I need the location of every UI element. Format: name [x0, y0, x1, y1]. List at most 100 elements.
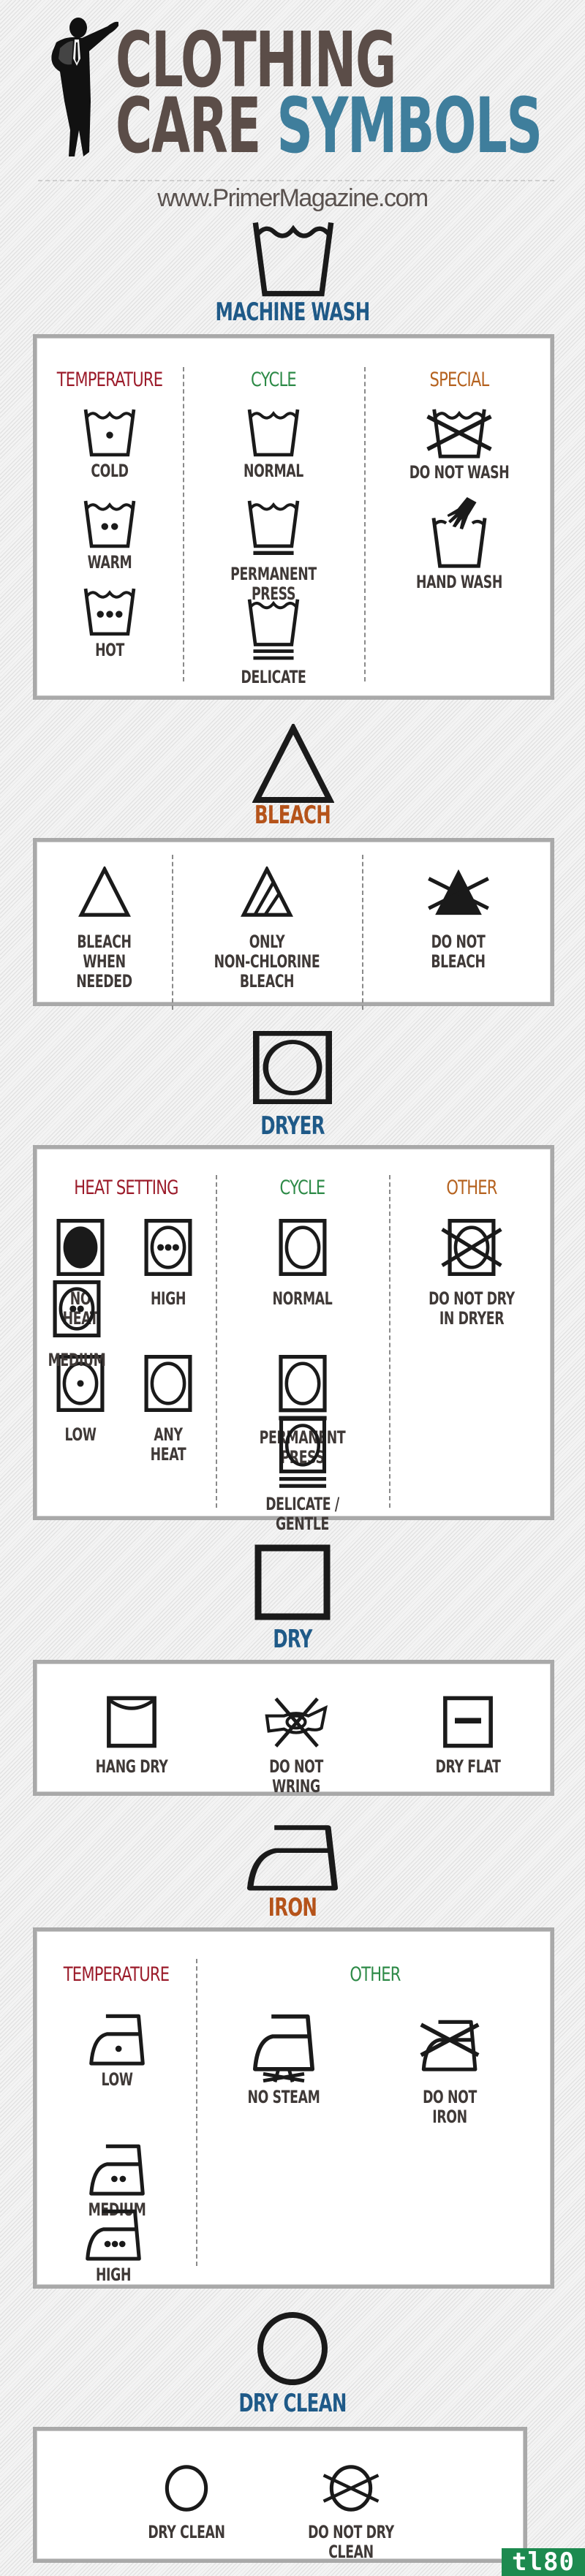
section-title-bleach: BLEACH [254, 801, 331, 830]
leaning-man-silhouette-icon [51, 18, 118, 156]
symbol-label: WARM [87, 552, 132, 573]
symbol-permanent-press-wash: PERMANENT PRESS [183, 499, 364, 604]
symbol-do-not-dry-clean: DO NOT DRY CLEAN [271, 2464, 431, 2562]
column-divider [196, 1959, 197, 2266]
washtub-one-dot-icon [83, 407, 137, 457]
symbol-label: DRY FLAT [435, 1756, 501, 1777]
watermark-logo: tl80 [502, 2548, 585, 2576]
iron-no-steam-icon [251, 2013, 317, 2083]
symbol-label: DO NOT WRING [269, 1756, 323, 1797]
dry-panel: HANG DRY DO NOT WRING DRY FLAT [33, 1660, 554, 1796]
section-title-iron: IRON [268, 1893, 317, 1922]
symbol-label: HIGH [95, 2265, 132, 2285]
section-title-dryer: DRYER [260, 1111, 325, 1141]
symbol-label: ONLY NON-CHLORINE BLEACH [214, 932, 320, 992]
machine-wash-panel: TEMPERATURE CYCLE SPECIAL COLD WARM HOT … [33, 334, 554, 700]
symbol-iron-high: HIGH [69, 2208, 157, 2285]
site-url[interactable]: www.PrimerMagazine.com [0, 184, 585, 213]
symbol-label: COLD [91, 461, 129, 481]
iron-one-dot-icon [86, 2013, 148, 2066]
square-icon [254, 1544, 331, 1620]
square-filled-circle-icon [56, 1219, 105, 1276]
symbol-label: HOT [95, 640, 124, 660]
washtub-two-dots-icon [83, 499, 137, 548]
washtub-icon [246, 407, 301, 457]
title-care: CARE [116, 81, 277, 170]
symbol-any-heat: ANY HEAT [124, 1355, 212, 1465]
symbol-label: NORMAL [244, 461, 303, 481]
header-divider [38, 180, 554, 181]
symbol-label: DO NOT IRON [423, 2087, 477, 2127]
iron-three-dots-icon [83, 2208, 144, 2261]
column-heading-heat-setting: HEAT SETTING [74, 1176, 178, 1199]
dry-clean-panel: DRY CLEAN DO NOT DRY CLEAN [33, 2427, 527, 2563]
symbol-no-steam: NO STEAM [225, 2013, 342, 2107]
square-bar-icon [443, 1696, 493, 1748]
iron-crossed-icon [420, 2013, 480, 2083]
circle-crossed-icon [322, 2465, 380, 2512]
column-heading-cycle: CYCLE [279, 1176, 326, 1199]
symbol-do-not-iron: DO NOT IRON [388, 2013, 512, 2127]
washtub-crossed-icon [426, 407, 492, 458]
circle-icon [165, 2465, 208, 2512]
column-heading-special: SPECIAL [429, 369, 490, 391]
symbol-normal-dry: NORMAL [216, 1219, 389, 1309]
symbol-label: DO NOT DRY IN DRYER [429, 1288, 515, 1329]
symbol-delicate-gentle-dry: DELICATE / GENTLE [216, 1417, 389, 1534]
iron-icon [245, 1824, 340, 1891]
section-title-dry-clean: DRY CLEAN [238, 2389, 347, 2418]
square-circle-two-dots-icon [51, 1280, 102, 1337]
iron-two-dots-icon [86, 2143, 148, 2196]
symbol-label: DELICATE / GENTLE [265, 1494, 339, 1534]
title-symbols: SYMBOLS [276, 81, 543, 170]
symbol-hot: HOT [37, 586, 183, 660]
square-hang-icon [107, 1696, 156, 1748]
column-heading-temperature: TEMPERATURE [56, 369, 163, 391]
symbol-iron-low: LOW [73, 2013, 161, 2090]
square-circle-two-bars-icon [277, 1417, 328, 1488]
square-circle-icon [277, 1219, 328, 1276]
symbol-cold: COLD [37, 407, 183, 481]
symbol-label: DELICATE [241, 667, 306, 687]
square-circle-three-dots-icon [143, 1219, 194, 1276]
symbol-label: LOW [101, 2069, 133, 2090]
title-line-2: CARE SYMBOLS [116, 88, 543, 164]
symbol-label: HIGH [150, 1288, 186, 1309]
washtub-three-dots-icon [83, 586, 137, 636]
symbol-high-heat: HIGH [124, 1219, 212, 1309]
square-circle-icon [253, 1031, 332, 1104]
symbol-label: DO NOT DRY CLEAN [308, 2522, 394, 2562]
symbol-label: LOW [64, 1424, 97, 1445]
symbol-do-not-wring: DO NOT WRING [234, 1696, 358, 1797]
washtub-two-bars-icon [246, 597, 301, 660]
symbol-label: DO NOT WASH [409, 462, 510, 483]
bleach-panel: BLEACH WHEN NEEDED ONLY NON-CHLORINE BLE… [33, 838, 554, 1010]
triangle-filled-crossed-icon [427, 869, 489, 915]
square-circle-one-bar-icon [278, 1355, 327, 1421]
column-heading-cycle: CYCLE [251, 369, 297, 391]
column-heading-other: OTHER [350, 1963, 401, 1986]
symbol-delicate-wash: DELICATE [183, 597, 364, 687]
symbol-hang-dry: HANG DRY [80, 1696, 183, 1777]
symbol-label: HANG DRY [95, 1756, 168, 1777]
symbol-bleach-when-needed: BLEACH WHEN NEEDED [37, 866, 172, 992]
symbol-label: NORMAL [272, 1288, 333, 1309]
symbol-normal-wash: NORMAL [183, 407, 364, 481]
square-circle-crossed-icon [441, 1219, 502, 1276]
symbol-label: DRY CLEAN [148, 2522, 225, 2542]
square-circle-icon [143, 1355, 194, 1412]
symbol-non-chlorine-bleach: ONLY NON-CHLORINE BLEACH [172, 866, 362, 992]
triangle-icon [252, 724, 334, 803]
symbol-hand-wash: HAND WASH [364, 495, 554, 592]
symbol-label: MEDIUM [48, 1350, 106, 1370]
section-title-machine-wash: MACHINE WASH [215, 298, 371, 327]
column-heading-other: OTHER [446, 1176, 497, 1199]
symbol-label: BLEACH WHEN NEEDED [76, 932, 132, 992]
washtub-icon [251, 219, 336, 297]
symbol-label: NO STEAM [247, 2087, 320, 2107]
triangle-striped-icon [241, 866, 293, 917]
symbol-warm: WARM [37, 499, 183, 573]
washtub-one-bar-icon [246, 499, 301, 555]
symbol-do-not-wash: DO NOT WASH [364, 407, 554, 483]
symbol-do-not-tumble-dry: DO NOT DRY IN DRYER [389, 1219, 554, 1329]
